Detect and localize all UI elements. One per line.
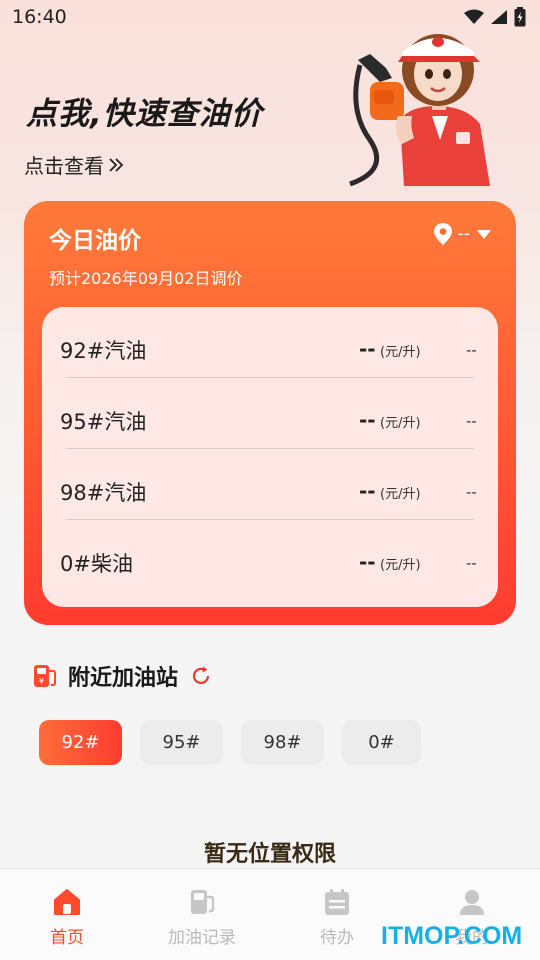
battery-icon [514, 7, 526, 27]
price-row[interactable]: 0#柴油 -- (元/升) -- [42, 520, 498, 591]
watermark: ITMOP.COM [381, 922, 523, 950]
price-list: 92#汽油 -- (元/升) -- 95#汽油 -- (元/升) -- 98#汽… [42, 307, 498, 607]
caret-down-icon [477, 230, 491, 239]
calendar-icon [325, 889, 349, 915]
fuel-change: -- [466, 554, 477, 572]
nearby-title: 附近加油站 [68, 666, 179, 691]
chip-98[interactable]: 98# [241, 720, 324, 765]
fuel-name: 92#汽油 [60, 339, 147, 363]
chip-0[interactable]: 0# [342, 720, 421, 765]
price-row[interactable]: 98#汽油 -- (元/升) -- [42, 449, 498, 520]
nav-home-label: 首页 [50, 928, 84, 948]
chip-92[interactable]: 92# [39, 720, 122, 765]
user-icon [460, 890, 484, 915]
fuel-unit: (元/升) [380, 345, 421, 360]
view-link-label: 点击查看 [24, 154, 104, 178]
price-row[interactable]: 92#汽油 -- (元/升) -- [42, 307, 498, 378]
fuel-name: 0#柴油 [60, 552, 133, 576]
location-pin-icon [433, 223, 452, 245]
fuel-change: -- [466, 341, 477, 359]
fuel-name: 95#汽油 [60, 410, 147, 434]
location-value: -- [457, 224, 470, 244]
fuel-unit: (元/升) [380, 487, 421, 502]
status-time: 16:40 [12, 6, 67, 28]
price-adjust-note: 预计2026年09月02日调价 [49, 269, 243, 288]
nav-fuel-records-label: 加油记录 [168, 928, 236, 948]
price-row[interactable]: 95#汽油 -- (元/升) -- [42, 378, 498, 449]
svg-text:¥: ¥ [39, 677, 44, 686]
fuel-change: -- [466, 412, 477, 430]
location-selector[interactable]: -- [433, 223, 492, 245]
fuel-unit: (元/升) [380, 558, 421, 573]
oil-price-card: 今日油价 -- 预计2026年09月02日调价 92#汽油 -- (元/升) -… [24, 201, 516, 625]
fuel-name: 98#汽油 [60, 481, 147, 505]
chip-95[interactable]: 95# [140, 720, 223, 765]
fuel-change: -- [466, 483, 477, 501]
hero-title[interactable]: 点我,快速查油价 [26, 88, 263, 133]
price-card-title: 今日油价 [49, 228, 141, 254]
home-icon [54, 889, 80, 915]
refresh-icon[interactable] [190, 665, 212, 687]
nearby-stations-header: ¥ 附近加油站 [32, 660, 212, 692]
nav-home[interactable]: 首页 [17, 887, 117, 948]
fuel-unit: (元/升) [380, 416, 421, 431]
fuel-pump-icon [191, 890, 215, 914]
nav-fuel-records[interactable]: 加油记录 [152, 887, 252, 948]
nav-todo-label: 待办 [320, 928, 354, 948]
nav-todo[interactable]: 待办 [287, 887, 387, 948]
fuel-attendant-illustration [349, 34, 490, 186]
fuel-price: -- [359, 408, 376, 432]
double-chevron-right-icon [109, 157, 124, 172]
no-location-permission: 暂无位置权限 [203, 842, 336, 867]
fuel-price: -- [359, 337, 376, 361]
fuel-price: -- [359, 479, 376, 503]
view-link[interactable]: 点击查看 [24, 150, 124, 179]
fuel-station-icon: ¥ [34, 665, 56, 687]
fuel-price: -- [359, 550, 376, 574]
